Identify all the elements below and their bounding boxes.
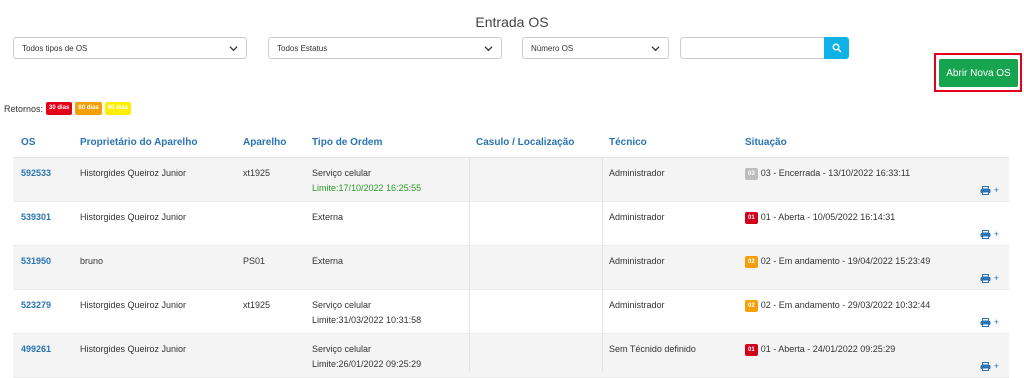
technician-cell: Sem Técnido definido xyxy=(609,344,696,354)
owner-cell: Historgides Queiroz Junior xyxy=(80,344,187,354)
retornos-label: Retornos: xyxy=(4,103,44,114)
owner-cell: Historgides Queiroz Junior xyxy=(80,168,187,178)
device-cell: xt1925 xyxy=(243,168,271,178)
os-type-select-value: Todos tipos de OS xyxy=(22,43,88,53)
plus-icon: + xyxy=(993,229,999,239)
os-type-select[interactable]: Todos tipos de OS xyxy=(13,37,247,59)
plus-icon: + xyxy=(993,185,999,195)
retorno-30-badge: 30 dias xyxy=(46,102,73,115)
table-row[interactable]: 539301 Historgides Queiroz Junior Extern… xyxy=(13,202,1009,246)
owner-cell: bruno xyxy=(80,256,104,266)
status-text: 03 - Encerrada - 13/10/2022 16:33:11 xyxy=(760,168,911,178)
table-header: OS Proprietário do Aparelho Aparelho Tip… xyxy=(13,127,1009,158)
os-number-link[interactable]: 523279 xyxy=(21,298,51,313)
os-number-select-value: Número OS xyxy=(531,43,574,53)
status-text: 01 - Aberta - 10/05/2022 16:14:31 xyxy=(760,212,896,222)
table-row[interactable]: 531950 bruno PS01 Externa Administrador … xyxy=(13,246,1009,290)
status-code-badge: 01 xyxy=(745,211,758,224)
column-divider xyxy=(469,157,470,372)
limit-cell: Limite:26/01/2022 09:25:29 xyxy=(312,359,422,369)
device-cell: xt1925 xyxy=(243,300,271,310)
plus-icon: + xyxy=(993,273,999,283)
limit-cell: Limite:31/03/2022 10:31:58 xyxy=(312,315,422,325)
status-text: 02 - Em andamento - 29/03/2022 10:32:44 xyxy=(760,300,931,310)
status-select-value: Todos Estatus xyxy=(277,43,328,53)
chevron-down-icon xyxy=(484,45,493,51)
os-number-link[interactable]: 539301 xyxy=(21,210,51,225)
print-action[interactable]: + xyxy=(980,185,999,195)
status-code-badge: 02 xyxy=(745,255,758,268)
table-row[interactable]: 523279 Historgides Queiroz Junior xt1925… xyxy=(13,290,1009,334)
header-technician[interactable]: Técnico xyxy=(609,137,647,148)
column-divider xyxy=(602,157,603,372)
retornos-legend: Retornos: 30 dias 60 dias 90 dias xyxy=(4,102,132,115)
search-icon xyxy=(832,43,842,53)
retorno-90-badge: 90 dias xyxy=(104,102,132,115)
order-type-cell: Externa xyxy=(312,256,344,266)
technician-cell: Administrador xyxy=(609,168,665,178)
status-select[interactable]: Todos Estatus xyxy=(268,37,502,59)
search-input[interactable] xyxy=(680,37,825,59)
status-text: 02 - Em andamento - 19/04/2022 15:23:49 xyxy=(760,256,931,266)
status-code-badge: 03 xyxy=(745,167,758,180)
printer-icon xyxy=(980,273,991,283)
print-action[interactable]: + xyxy=(980,317,999,327)
device-cell: PS01 xyxy=(243,256,266,266)
os-number-link[interactable]: 499261 xyxy=(21,342,51,357)
printer-icon xyxy=(980,361,991,371)
order-type-cell: Serviço celular xyxy=(312,168,372,178)
header-os[interactable]: OS xyxy=(21,137,35,148)
status-cell: 02 02 - Em andamento - 29/03/2022 10:32:4… xyxy=(745,298,930,313)
header-device[interactable]: Aparelho xyxy=(243,137,286,148)
order-type-cell: Serviço celular xyxy=(312,344,372,354)
table-row[interactable]: 499261 Historgides Queiroz Junior Serviç… xyxy=(13,334,1009,378)
status-cell: 02 02 - Em andamento - 19/04/2022 15:23:4… xyxy=(745,254,930,269)
status-text: 01 - Aberta - 24/01/2022 09:25:29 xyxy=(760,344,896,354)
chevron-down-icon xyxy=(651,45,660,51)
os-table: OS Proprietário do Aparelho Aparelho Tip… xyxy=(13,127,1009,378)
owner-cell: Historgides Queiroz Junior xyxy=(80,212,187,222)
search-button[interactable] xyxy=(824,37,849,59)
status-cell: 03 03 - Encerrada - 13/10/2022 16:33:11 xyxy=(745,166,910,181)
owner-cell: Historgides Queiroz Junior xyxy=(80,300,187,310)
order-type-cell: Externa xyxy=(312,212,344,222)
technician-cell: Administrador xyxy=(609,256,665,266)
new-os-button[interactable]: Abrir Nova OS xyxy=(939,59,1018,87)
page-title: Entrada OS xyxy=(475,14,549,30)
printer-icon xyxy=(980,229,991,239)
limit-cell: Limite:17/10/2022 16:25:55 xyxy=(312,183,422,193)
chevron-down-icon xyxy=(229,45,238,51)
plus-icon: + xyxy=(993,317,999,327)
status-code-badge: 02 xyxy=(745,299,758,312)
print-action[interactable]: + xyxy=(980,361,999,371)
technician-cell: Administrador xyxy=(609,300,665,310)
header-casulo[interactable]: Casulo / Localização xyxy=(476,137,574,148)
status-cell: 01 01 - Aberta - 10/05/2022 16:14:31 xyxy=(745,210,895,225)
header-status[interactable]: Situação xyxy=(745,137,787,148)
status-code-badge: 01 xyxy=(745,343,758,356)
header-order-type[interactable]: Tipo de Ordem xyxy=(312,137,382,148)
os-number-link[interactable]: 531950 xyxy=(21,254,51,269)
table-row[interactable]: 592533 Historgides Queiroz Junior xt1925… xyxy=(13,158,1009,202)
order-type-cell: Serviço celular xyxy=(312,300,372,310)
print-action[interactable]: + xyxy=(980,273,999,283)
plus-icon: + xyxy=(993,361,999,371)
retorno-60-badge: 60 dias xyxy=(75,102,102,115)
printer-icon xyxy=(980,317,991,327)
header-owner[interactable]: Proprietário do Aparelho xyxy=(80,137,197,148)
status-cell: 01 01 - Aberta - 24/01/2022 09:25:29 xyxy=(745,342,895,357)
printer-icon xyxy=(980,185,991,195)
technician-cell: Administrador xyxy=(609,212,665,222)
os-number-link[interactable]: 592533 xyxy=(21,166,51,181)
print-action[interactable]: + xyxy=(980,229,999,239)
os-number-select[interactable]: Número OS xyxy=(522,37,669,59)
